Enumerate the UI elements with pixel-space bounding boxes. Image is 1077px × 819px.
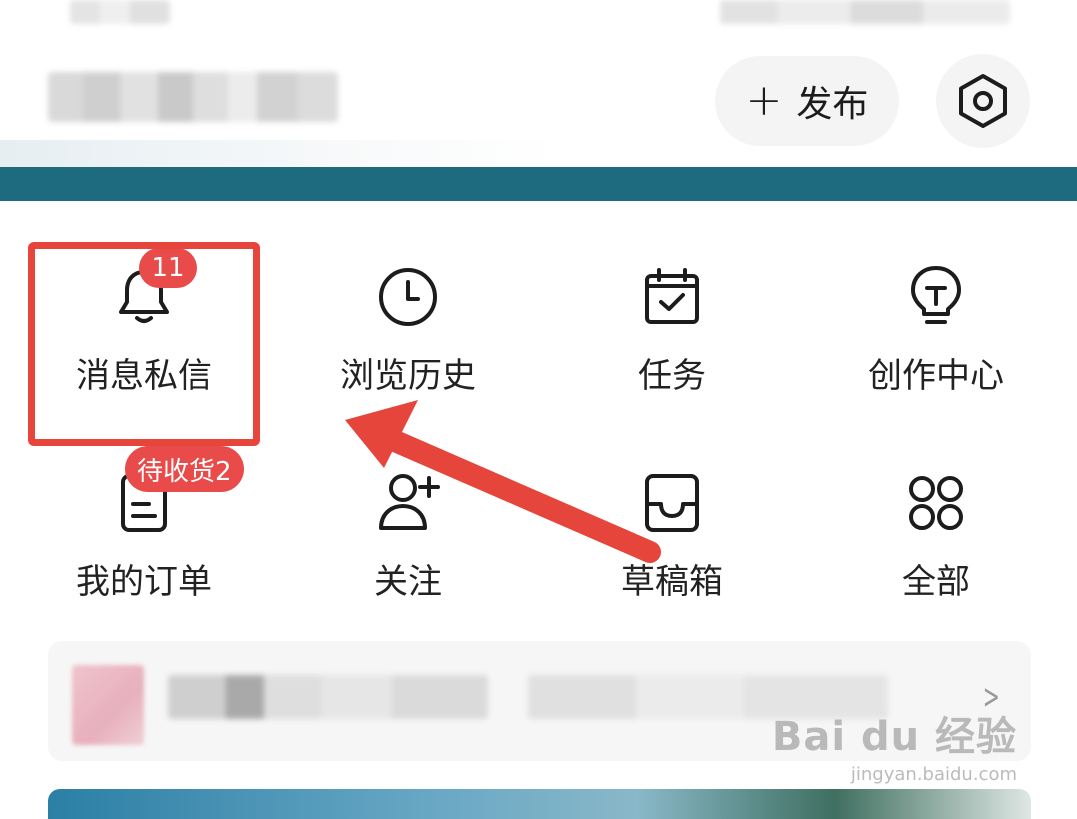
watermark: Bai du 经验 jingyan.baidu.com bbox=[772, 704, 1017, 785]
shortcut-following[interactable]: 关注 bbox=[276, 468, 540, 648]
settings-button[interactable] bbox=[936, 54, 1030, 148]
shortcut-history[interactable]: 浏览历史 bbox=[276, 262, 540, 442]
shortcut-orders[interactable]: 待收货2 我的订单 bbox=[12, 446, 276, 648]
add-user-icon bbox=[379, 474, 440, 530]
blurred-text bbox=[168, 675, 488, 719]
publish-button[interactable]: + 发布 bbox=[715, 56, 899, 146]
banner-strip bbox=[0, 167, 1077, 201]
shortcut-label: 创作中心 bbox=[868, 356, 1004, 396]
pending-delivery-badge: 待收货2 bbox=[125, 446, 244, 492]
username-blurred[interactable] bbox=[48, 72, 338, 122]
shortcut-label: 任务 bbox=[638, 356, 706, 396]
shortcut-all[interactable]: 全部 bbox=[804, 468, 1068, 648]
calendar-check-icon bbox=[645, 268, 699, 324]
publish-label: 发布 bbox=[796, 84, 869, 125]
watermark-url: jingyan.baidu.com bbox=[850, 764, 1017, 785]
clock-icon bbox=[379, 268, 437, 326]
blurred-text bbox=[720, 0, 1010, 24]
lightbulb-icon bbox=[911, 266, 961, 324]
blurred-text bbox=[70, 0, 170, 24]
grid-icon bbox=[909, 476, 963, 530]
shortcut-label: 浏览历史 bbox=[340, 356, 476, 396]
shortcut-drafts[interactable]: 草稿箱 bbox=[540, 468, 804, 648]
shortcut-tasks[interactable]: 任务 bbox=[540, 262, 804, 442]
card-thumbnail bbox=[72, 665, 144, 745]
shortcut-label: 全部 bbox=[902, 562, 970, 602]
shortcut-creator-center[interactable]: 创作中心 bbox=[804, 262, 1068, 442]
highlight-box bbox=[28, 242, 260, 446]
inbox-icon bbox=[645, 474, 699, 532]
shortcut-label: 关注 bbox=[374, 562, 442, 602]
plus-icon: + bbox=[745, 75, 783, 126]
shortcut-label: 草稿箱 bbox=[621, 562, 723, 602]
watermark-logo: Bai du 经验 bbox=[771, 714, 1017, 760]
banner-edge bbox=[0, 140, 560, 170]
feed-image[interactable] bbox=[48, 789, 1031, 819]
shortcut-label: 我的订单 bbox=[76, 562, 212, 602]
settings-icon bbox=[959, 74, 1007, 128]
